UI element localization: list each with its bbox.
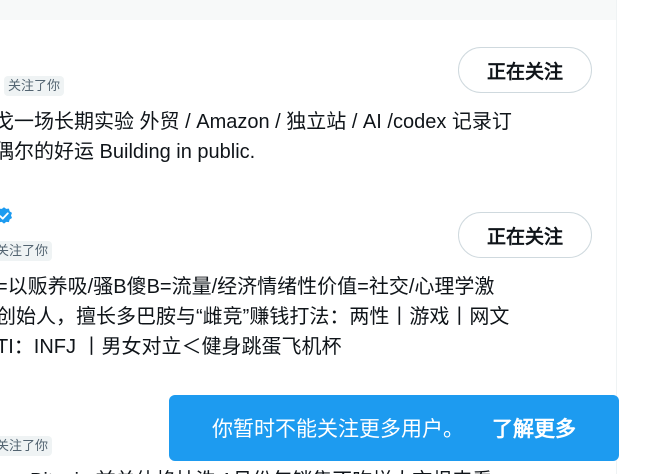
following-button[interactable]: 正在关注 [458, 212, 592, 258]
bio-line: =以贩养吸/骚B傻B=流量/经济情绪性价值=社交/心理学激 [0, 276, 495, 298]
user-bio: =以贩养吸/骚B傻B=流量/经济情绪性价值=社交/心理学激 创始人，擅长多巴胺与… [0, 272, 509, 362]
user-bio-partial: …Bitcoin 前单体格扶洗 1月份年销售不吃样大市根来看 [10, 462, 492, 474]
following-button[interactable]: 正在关注 [458, 47, 592, 93]
bio-line: …Bitcoin 前单体格扶洗 1月份年销售不吃样大市根来看 [10, 466, 492, 474]
follows-you-badge: 关注了你 [0, 436, 53, 456]
follows-you-badge: 关注了你 [0, 241, 53, 261]
bio-line: 偶尔的好运 Building in public. [0, 141, 256, 163]
bio-line: 创始人，擅长多巴胺与“雌竞”赚钱打法：两性丨游戏丨网文 [0, 306, 510, 328]
follows-you-badge: 关注了你 [4, 76, 65, 96]
bio-line: 戈一场长期实验 外贸 / Amazon / 独立站 / AI /codex 记录… [0, 111, 512, 133]
previous-item-background [0, 0, 616, 20]
learn-more-link[interactable]: 了解更多 [492, 413, 576, 443]
bio-line: TI：INFJ 丨男女对立＜健身跳蛋飞机杯 [0, 336, 342, 358]
user-bio: 戈一场长期实验 外贸 / Amazon / 独立站 / AI /codex 记录… [0, 107, 512, 167]
verified-badge-icon [0, 207, 13, 224]
toast-message: 你暂时不能关注更多用户。 [212, 418, 464, 441]
follow-limit-toast: 你暂时不能关注更多用户。 了解更多 [169, 395, 619, 461]
